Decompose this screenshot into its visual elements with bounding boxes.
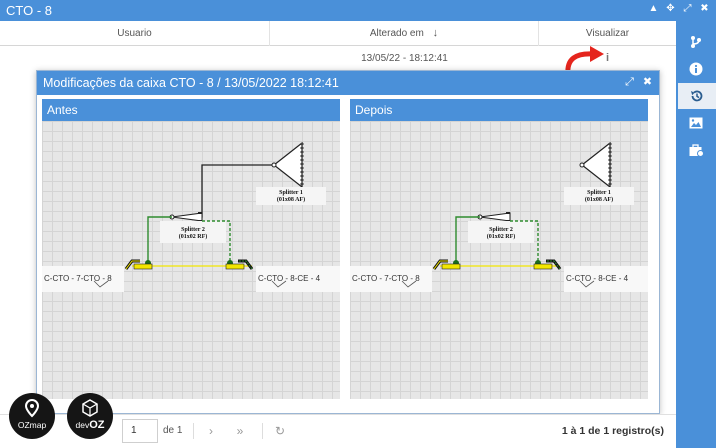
modal-close-icon[interactable]: ✖ [642,75,653,89]
sort-down-icon: ↓ [432,27,439,39]
expand-icon[interactable]: ⤢ [682,3,693,15]
splitter1-port [271,162,277,168]
left-cable-label: C-CTO - 7-CTO - 8 [44,274,112,283]
collapse-icon[interactable]: ▲ [648,3,659,15]
splitter2-shape [171,212,203,222]
connector-left [441,263,461,270]
branch-icon[interactable] [676,29,716,55]
panel-depois: Depois Splitter 1 (01x08 AF) Splitter 2 … [350,99,648,399]
left-cable-label: C-CTO - 7-CTO - 8 [352,274,420,283]
window-controls: ▲ ✥ ⤢ ✖ [648,3,710,15]
right-cable-label: C-CTO - 8-CE - 4 [258,274,321,283]
devoz-prefix: dev [75,420,90,430]
right-cable-label: C-CTO - 8-CE - 4 [566,274,629,283]
column-header-visualizar[interactable]: Visualizar [539,21,676,46]
splitter2-shape [479,212,511,222]
splitter1-shape [581,141,611,189]
modal-expand-icon[interactable]: ⤢ [624,75,635,89]
page-total-label: de 1 [163,425,183,436]
window-titlebar: CTO - 8 ▲ ✥ ⤢ ✖ [0,0,716,21]
antes-diagram: Splitter 1 (01x08 AF) Splitter 2 (01x02 … [42,141,340,292]
cell-usuario [0,47,270,71]
image-icon[interactable] [676,110,716,136]
splitter1-name: Splitter 1 [279,190,303,196]
depois-diagram: Splitter 1 (01x08 AF) Splitter 2 (01x02 … [350,141,648,292]
splitter2-spec: (01x02 RF) [487,233,516,240]
splitter1-shape [273,141,303,189]
panel-antes: Antes Splitter 1 (01x08 AF) Splitter 2 (… [42,99,340,399]
connector-right [225,263,245,270]
column-header-alterado-label: Alterado em [369,28,424,39]
divider [262,423,263,439]
modal-title: Modificações da caixa CTO - 8 / 13/05/20… [43,76,339,90]
changes-modal: Modificações da caixa CTO - 8 / 13/05/20… [36,70,660,414]
window-title: CTO - 8 [6,3,52,18]
last-page-icon[interactable]: » [232,419,248,443]
ozmap-logo-text: OZmap [17,420,47,430]
modal-header: Modificações da caixa CTO - 8 / 13/05/20… [37,71,659,95]
splitter2-name: Splitter 2 [181,227,205,233]
panel-antes-title: Antes [42,99,340,121]
splitter2-name: Splitter 2 [489,227,513,233]
connector-right [533,263,553,270]
move-icon[interactable]: ✥ [665,3,676,15]
divider [193,423,194,439]
devoz-logo[interactable]: devOZ [67,393,113,439]
ozmap-logo[interactable]: OZmap [9,393,55,439]
app-root: CTO - 8 ▲ ✥ ⤢ ✖ Usuario Alterado em ↓ Vi… [0,0,716,448]
panel-depois-title: Depois [350,99,648,121]
column-header-usuario[interactable]: Usuario [0,21,270,46]
column-header-alterado[interactable]: Alterado em ↓ [270,21,539,46]
panel-antes-canvas[interactable]: Splitter 1 (01x08 AF) Splitter 2 (01x02 … [42,121,340,399]
modal-controls: ⤢ ✖ [624,75,653,89]
splitter1-port [579,162,585,168]
next-page-icon[interactable]: › [203,419,219,443]
splitter2-spec: (01x02 RF) [179,233,208,240]
panel-depois-canvas[interactable]: Splitter 1 (01x08 AF) Splitter 2 (01x02 … [350,121,648,399]
splitter1-spec: (01x08 AF) [585,196,613,203]
toolbox-icon[interactable] [676,137,716,163]
connector-left [133,263,153,270]
page-number-input[interactable]: 1 [122,419,158,443]
cell-alterado-em: 13/05/22 - 18:12:41 [361,53,448,64]
right-sidebar [676,21,716,448]
devoz-suffix: OZ [89,419,105,431]
close-icon[interactable]: ✖ [699,3,710,15]
info-icon[interactable] [676,56,716,82]
splitter1-spec: (01x08 AF) [277,196,305,203]
table-header: Usuario Alterado em ↓ Visualizar [0,21,676,46]
refresh-icon[interactable]: ↻ [272,419,288,443]
splitter1-name: Splitter 1 [587,190,611,196]
history-icon[interactable] [678,83,716,109]
devoz-logo-text: devOZ [67,419,113,431]
record-count: 1 à 1 de 1 registro(s) [561,425,664,437]
